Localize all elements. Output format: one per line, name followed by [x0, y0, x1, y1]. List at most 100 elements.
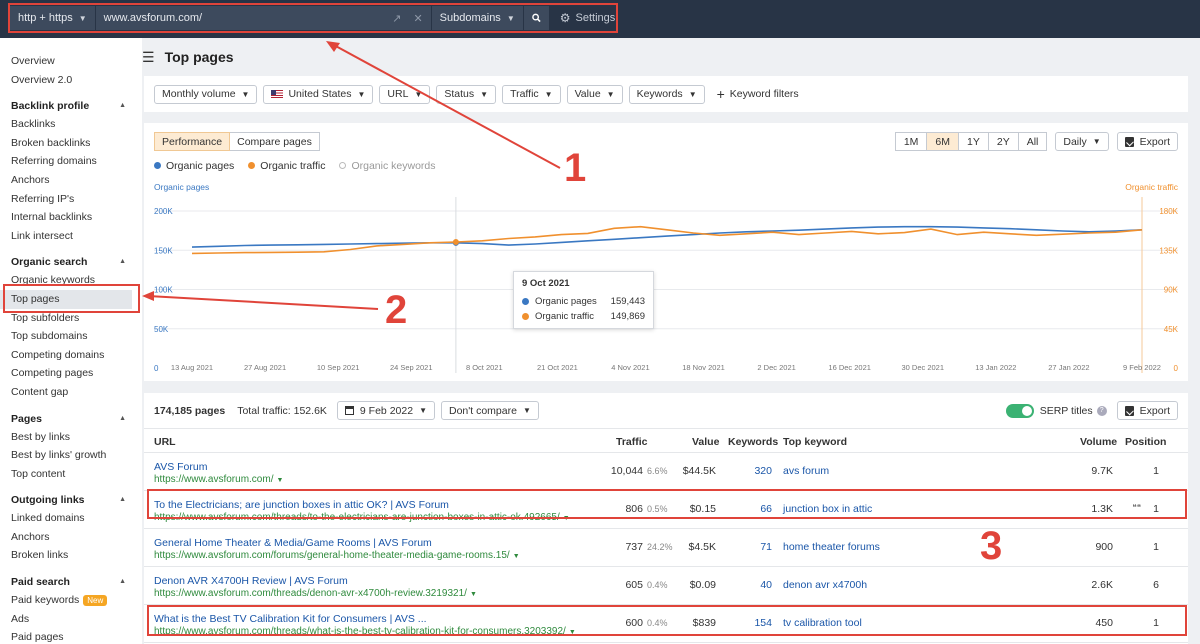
sidebar-section-paid-search[interactable]: Paid search ▲: [0, 573, 142, 591]
top-keyword-link[interactable]: avs forum: [783, 465, 829, 477]
traffic-chart[interactable]: Organic pages Organic traffic200K 180K150K…: [144, 123, 1188, 381]
top-keyword-link[interactable]: tv calibration tool: [783, 617, 862, 629]
clear-icon[interactable]: ✕: [413, 12, 422, 25]
keywords-count[interactable]: 320: [754, 465, 772, 477]
page-title-link[interactable]: Denon AVR X4700H Review | AVS Forum: [154, 575, 348, 587]
triangle-up-icon: ▲: [119, 258, 126, 266]
search-icon: [531, 13, 541, 23]
top-keyword-link[interactable]: junction box in attic: [783, 503, 872, 515]
sidebar-item-content-gap[interactable]: Content gap: [0, 383, 142, 402]
col-keywords[interactable]: Keywords: [728, 436, 778, 448]
page-url-link[interactable]: https://www.avsforum.com/threads/what-is…: [154, 626, 576, 637]
page-title-link[interactable]: AVS Forum: [154, 461, 207, 473]
sidebar-item-overview-2[interactable]: Overview 2.0: [0, 71, 142, 90]
serp-titles-toggle[interactable]: [1005, 403, 1034, 418]
sidebar-section-organic-search[interactable]: Organic search ▲: [0, 253, 142, 271]
filter-traffic[interactable]: Traffic ▼: [502, 84, 561, 104]
sidebar-item-competing-pages[interactable]: Competing pages: [0, 364, 142, 383]
caret-down-icon[interactable]: ▼: [563, 515, 570, 522]
col-url[interactable]: URL: [154, 436, 176, 448]
page-title-link[interactable]: To the Electricians; are junction boxes …: [154, 499, 449, 511]
menu-icon[interactable]: ☰: [142, 49, 155, 66]
sidebar-item-top-pages[interactable]: Top pages: [0, 289, 132, 309]
sidebar-item-linked-domains[interactable]: Linked domains: [0, 509, 142, 528]
sidebar-item-paid-keywords[interactable]: Paid keywords New: [0, 591, 142, 610]
sidebar-item-paid-pages[interactable]: Paid pages: [0, 628, 142, 644]
sidebar-item-referring-ips[interactable]: Referring IP's: [0, 190, 142, 209]
table-controls: SERP titles ? Export: [1005, 401, 1178, 420]
page-title-link[interactable]: General Home Theater & Media/Game Rooms …: [154, 537, 432, 549]
help-icon[interactable]: ?: [1096, 405, 1107, 416]
filter-country[interactable]: United States ▼: [263, 84, 374, 104]
top-keyword-link[interactable]: denon avr x4700h: [783, 579, 867, 591]
protocol-select[interactable]: http + https ▼: [10, 6, 96, 30]
tooltip-row-pages: Organic pages 159,443: [522, 294, 645, 309]
sidebar-item-top-content[interactable]: Top content: [0, 465, 142, 484]
right-tick-label: 0: [1174, 364, 1179, 373]
new-badge: New: [83, 595, 108, 607]
date-select[interactable]: 9 Feb 2022 ▼: [336, 401, 435, 420]
caret-down-icon[interactable]: ▼: [470, 591, 477, 598]
compare-select[interactable]: Don't compare ▼: [440, 401, 539, 420]
page-url-link[interactable]: https://www.avsforum.com/▼: [154, 474, 283, 485]
sidebar-item-overview[interactable]: Overview: [0, 52, 142, 71]
caret-down-icon: ▼: [522, 406, 531, 415]
page-url-link[interactable]: https://www.avsforum.com/threads/denon-a…: [154, 588, 477, 599]
sidebar-item-top-subfolders[interactable]: Top subfolders: [0, 309, 142, 328]
top-keyword-link[interactable]: home theater forums: [783, 541, 880, 553]
traffic-share: 24.2%: [647, 542, 673, 552]
sidebar-item-organic-keywords[interactable]: Organic keywords: [0, 271, 142, 290]
keywords-count[interactable]: 154: [754, 617, 772, 629]
sidebar-item-top-subdomains[interactable]: Top subdomains: [0, 327, 142, 346]
filter-keywords[interactable]: Keywords ▼: [628, 84, 705, 104]
sidebar-item-best-by-links[interactable]: Best by links: [0, 428, 142, 447]
sidebar-item-link-intersect[interactable]: Link intersect: [0, 227, 142, 246]
col-position[interactable]: Position: [1125, 436, 1166, 448]
left-tick-label: 50K: [154, 325, 169, 334]
caret-down-icon[interactable]: ▼: [569, 629, 576, 636]
sidebar-item-referring-domains[interactable]: Referring domains: [0, 152, 142, 171]
page-url-link[interactable]: https://www.avsforum.com/forums/general-…: [154, 550, 520, 561]
caret-down-icon[interactable]: ▼: [276, 477, 283, 484]
filter-url[interactable]: URL ▼: [379, 84, 431, 104]
sidebar-item-ads[interactable]: Ads: [0, 610, 142, 629]
filter-value[interactable]: Value ▼: [566, 84, 623, 104]
url-input[interactable]: www.avsforum.com/↗ ✕: [95, 6, 432, 30]
sidebar-item-internal-backlinks[interactable]: Internal backlinks: [0, 208, 142, 227]
sidebar-item-outgoing-anchors[interactable]: Anchors: [0, 528, 142, 547]
sidebar-item-broken-backlinks[interactable]: Broken backlinks: [0, 134, 142, 153]
col-value[interactable]: Value: [692, 436, 719, 448]
keywords-count[interactable]: 66: [760, 503, 772, 515]
top-bar: http + https ▼ www.avsforum.com/↗ ✕ Subdom…: [0, 0, 1200, 38]
caret-down-icon: ▼: [506, 13, 515, 23]
sidebar-item-best-by-links-growth[interactable]: Best by links' growth: [0, 446, 142, 465]
col-top-keyword[interactable]: Top keyword: [783, 436, 847, 448]
sidebar-section-pages[interactable]: Pages ▲: [0, 410, 142, 428]
filter-status[interactable]: Status ▼: [436, 84, 497, 104]
left-tick-label: 200K: [154, 207, 173, 216]
right-tick-label: 45K: [1164, 325, 1179, 334]
sidebar-item-broken-links[interactable]: Broken links: [0, 546, 142, 565]
sidebar-item-anchors[interactable]: Anchors: [0, 171, 142, 190]
x-tick-label: 16 Dec 2021: [828, 363, 871, 372]
keyword-filters-button[interactable]: + Keyword filters: [717, 86, 799, 102]
settings-button[interactable]: ⚙ Settings: [550, 6, 626, 30]
search-button[interactable]: [523, 6, 550, 30]
sidebar-item-backlinks[interactable]: Backlinks: [0, 115, 142, 134]
sidebar-item-competing-domains[interactable]: Competing domains: [0, 346, 142, 365]
page-url-link[interactable]: https://www.avsforum.com/threads/to-the-…: [154, 512, 570, 523]
col-traffic[interactable]: Traffic: [616, 436, 648, 448]
page-title-link[interactable]: What is the Best TV Calibration Kit for …: [154, 613, 427, 625]
sidebar-section-backlink-profile[interactable]: Backlink profile ▲: [0, 97, 142, 115]
serp-features-icon[interactable]: ❝❝: [1132, 503, 1141, 512]
keywords-count[interactable]: 40: [760, 579, 772, 591]
table-export-button[interactable]: Export: [1116, 401, 1178, 420]
caret-down-icon[interactable]: ▼: [513, 553, 520, 560]
keywords-count[interactable]: 71: [760, 541, 772, 553]
external-link-icon[interactable]: ↗: [392, 12, 401, 25]
filter-monthly-volume[interactable]: Monthly volume ▼: [154, 84, 258, 104]
sidebar-section-outgoing-links[interactable]: Outgoing links ▲: [0, 491, 142, 509]
col-volume[interactable]: Volume: [1080, 436, 1117, 448]
mode-select[interactable]: Subdomains ▼: [431, 6, 524, 30]
traffic-value-usd: $0.09: [689, 579, 716, 591]
